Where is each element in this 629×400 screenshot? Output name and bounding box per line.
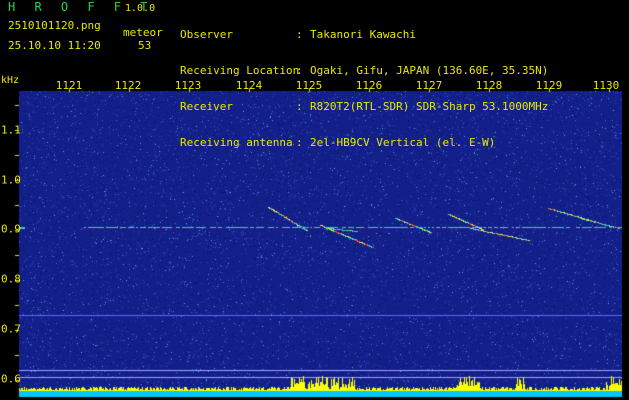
y-tick-label: 0.7 — [1, 322, 21, 336]
info-value: R820T2(RTL-SDR) SDR-Sharp 53.1000MHz — [310, 100, 549, 113]
info-key: Receiving antenna — [180, 136, 293, 149]
capture-datetime: 25.10.10 11:20 — [8, 39, 101, 52]
info-colon: : — [296, 100, 303, 113]
y-axis-unit: kHz — [1, 75, 20, 86]
y-tick-label: 0.6 — [1, 372, 21, 386]
x-tick-label: 1123 — [174, 79, 202, 92]
info-value: Ogaki, Gifu, JAPAN (136.60E, 35.35N) — [310, 64, 549, 77]
y-tick-label: 1.0 — [1, 173, 21, 187]
info-colon: : — [296, 136, 303, 149]
x-tick-label: 1127 — [415, 79, 443, 92]
info-row-receiver: Receiver: R820T2(RTL-SDR) SDR-Sharp 53.10… — [180, 101, 548, 113]
y-tick-label: 0.8 — [1, 272, 21, 286]
info-key: Observer — [180, 28, 233, 41]
x-tick-label: 1122 — [114, 79, 142, 92]
info-value: 2el-HB9CV Vertical (el. E-W) — [310, 136, 496, 149]
info-colon: : — [296, 28, 303, 41]
x-tick-label: 1128 — [475, 79, 503, 92]
y-tick-label: 0.9 — [1, 222, 21, 236]
x-tick-label: 1129 — [535, 79, 563, 92]
info-row-location: Receiving Location: Ogaki, Gifu, JAPAN (1… — [180, 65, 548, 77]
info-row-observer: Observer: Takanori Kawachi — [180, 29, 548, 41]
info-row-antenna: Receiving antenna:2el-HB9CV Vertical (el… — [180, 137, 548, 149]
x-tick-label: 1130 — [592, 79, 620, 92]
app-version: 1.0.0 — [125, 3, 156, 14]
info-value: Takanori Kawachi — [310, 28, 416, 41]
meteor-label: meteor — [123, 26, 163, 39]
x-tick-label: 1121 — [55, 79, 83, 92]
x-tick-label: 1126 — [355, 79, 383, 92]
info-key: Receiving Location — [180, 64, 300, 77]
x-tick-label: 1125 — [295, 79, 323, 92]
y-tick-label: 1.1 — [1, 123, 21, 137]
meteor-count: 53 — [138, 39, 152, 52]
capture-filename: 2510101120.png — [8, 19, 101, 32]
info-colon: : — [296, 64, 303, 77]
x-tick-label: 1124 — [235, 79, 263, 92]
info-key: Receiver — [180, 100, 233, 113]
